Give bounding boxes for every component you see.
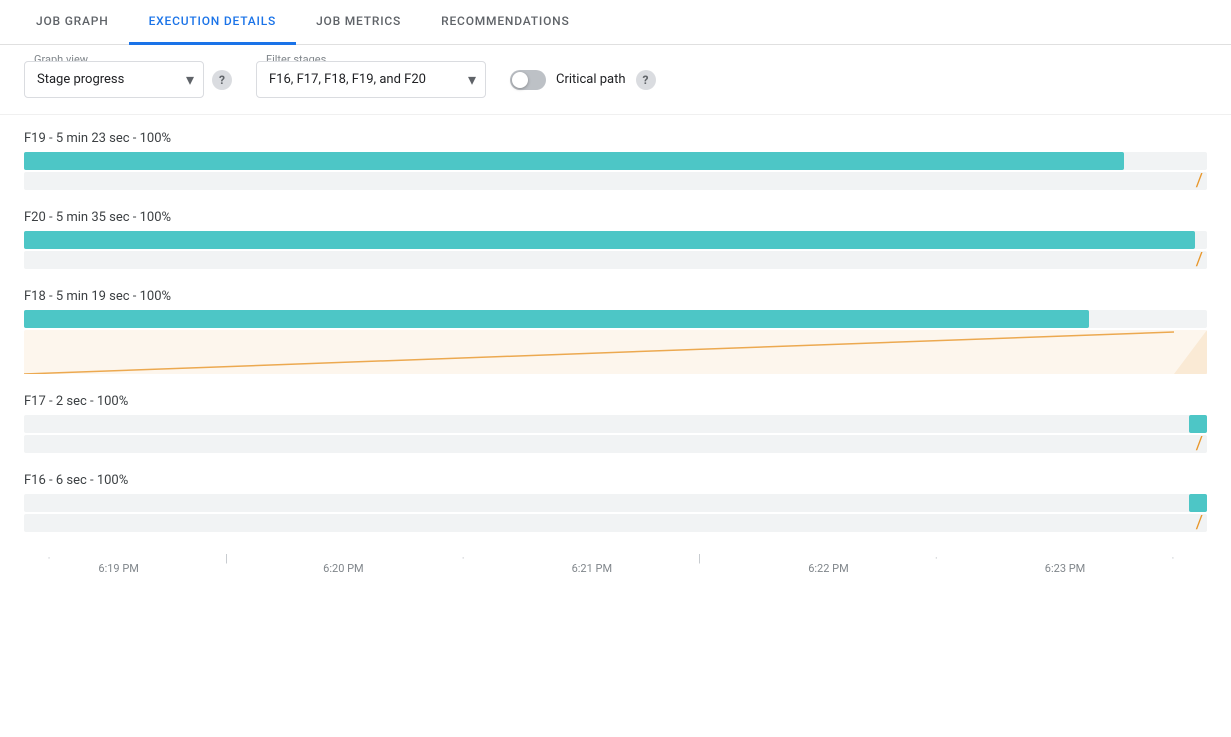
bar-fill-f17 [1189,415,1207,433]
graph-view-help-icon[interactable]: ? [212,70,232,90]
time-label-621: 6:21 PM [572,562,612,575]
critical-path-label: Critical path [556,72,626,87]
bar-fill-f20 [24,231,1195,249]
time-label-620: 6:20 PM [323,562,363,575]
graph-view-select[interactable]: Stage progress ▾ [24,61,204,98]
bar-fill-f16 [1189,494,1207,512]
stage-section-f20: F20 - 5 min 35 sec - 100% / [24,194,1207,269]
time-axis-inner: · | · | · · 6:19 PM 6:20 PM 6:21 PM 6:22… [24,552,1207,582]
stage-label-f19: F19 - 5 min 23 sec - 100% [24,115,1207,152]
critical-path-help-icon[interactable]: ? [636,70,656,90]
time-label-622: 6:22 PM [808,562,848,575]
stage-label-f20: F20 - 5 min 35 sec - 100% [24,194,1207,231]
bar-f20 [24,231,1207,249]
stage-label-f18: F18 - 5 min 19 sec - 100% [24,273,1207,310]
diagonal-svg-f18 [24,330,1207,374]
stage-section-f18: F18 - 5 min 19 sec - 100% [24,273,1207,374]
stage-section-f16: F16 - 6 sec - 100% / [24,457,1207,532]
bar-secondary-f20: / [24,251,1207,269]
stage-section-f19: F19 - 5 min 23 sec - 100% / [24,115,1207,190]
bar-f17 [24,415,1207,433]
bar-secondary-f19: / [24,172,1207,190]
stage-section-f17: F17 - 2 sec - 100% / [24,378,1207,453]
chart-area: F19 - 5 min 23 sec - 100% / F20 - 5 min … [0,115,1231,590]
tick-f19: / [1196,172,1203,190]
tab-execution-details[interactable]: EXECUTION DETAILS [129,0,297,45]
bar-f19 [24,152,1207,170]
graph-view-value[interactable]: Stage progress [24,61,204,98]
bar-fill-f19 [24,152,1124,170]
bar-f16 [24,494,1207,512]
tab-job-graph[interactable]: JOB GRAPH [16,0,129,45]
time-label-623: 6:23 PM [1045,562,1085,575]
critical-path-toggle[interactable] [510,70,546,90]
time-label-619: 6:19 PM [98,562,138,575]
tick-f17: / [1196,435,1203,453]
tab-recommendations[interactable]: RECOMMENDATIONS [421,0,589,45]
time-axis: · | · | · · 6:19 PM 6:20 PM 6:21 PM 6:22… [24,540,1207,590]
tab-job-metrics[interactable]: JOB METRICS [296,0,421,45]
tick-f16: / [1196,514,1203,532]
bar-secondary-f17: / [24,435,1207,453]
stage-label-f17: F17 - 2 sec - 100% [24,378,1207,415]
critical-path-group: Critical path ? [510,70,656,90]
tick-f20: / [1196,251,1203,269]
bar-f18 [24,310,1207,328]
controls-row: Graph view Stage progress ▾ ? Filter sta… [0,45,1231,115]
bar-secondary-f16: / [24,514,1207,532]
bar-fill-f18 [24,310,1089,328]
tab-bar: JOB GRAPH EXECUTION DETAILS JOB METRICS … [0,0,1231,45]
filter-stages-value[interactable]: F16, F17, F18, F19, and F20 [256,61,486,98]
bar-secondary-f18 [24,330,1207,374]
filter-stages-select[interactable]: F16, F17, F18, F19, and F20 ▾ [256,61,486,98]
stage-label-f16: F16 - 6 sec - 100% [24,457,1207,494]
